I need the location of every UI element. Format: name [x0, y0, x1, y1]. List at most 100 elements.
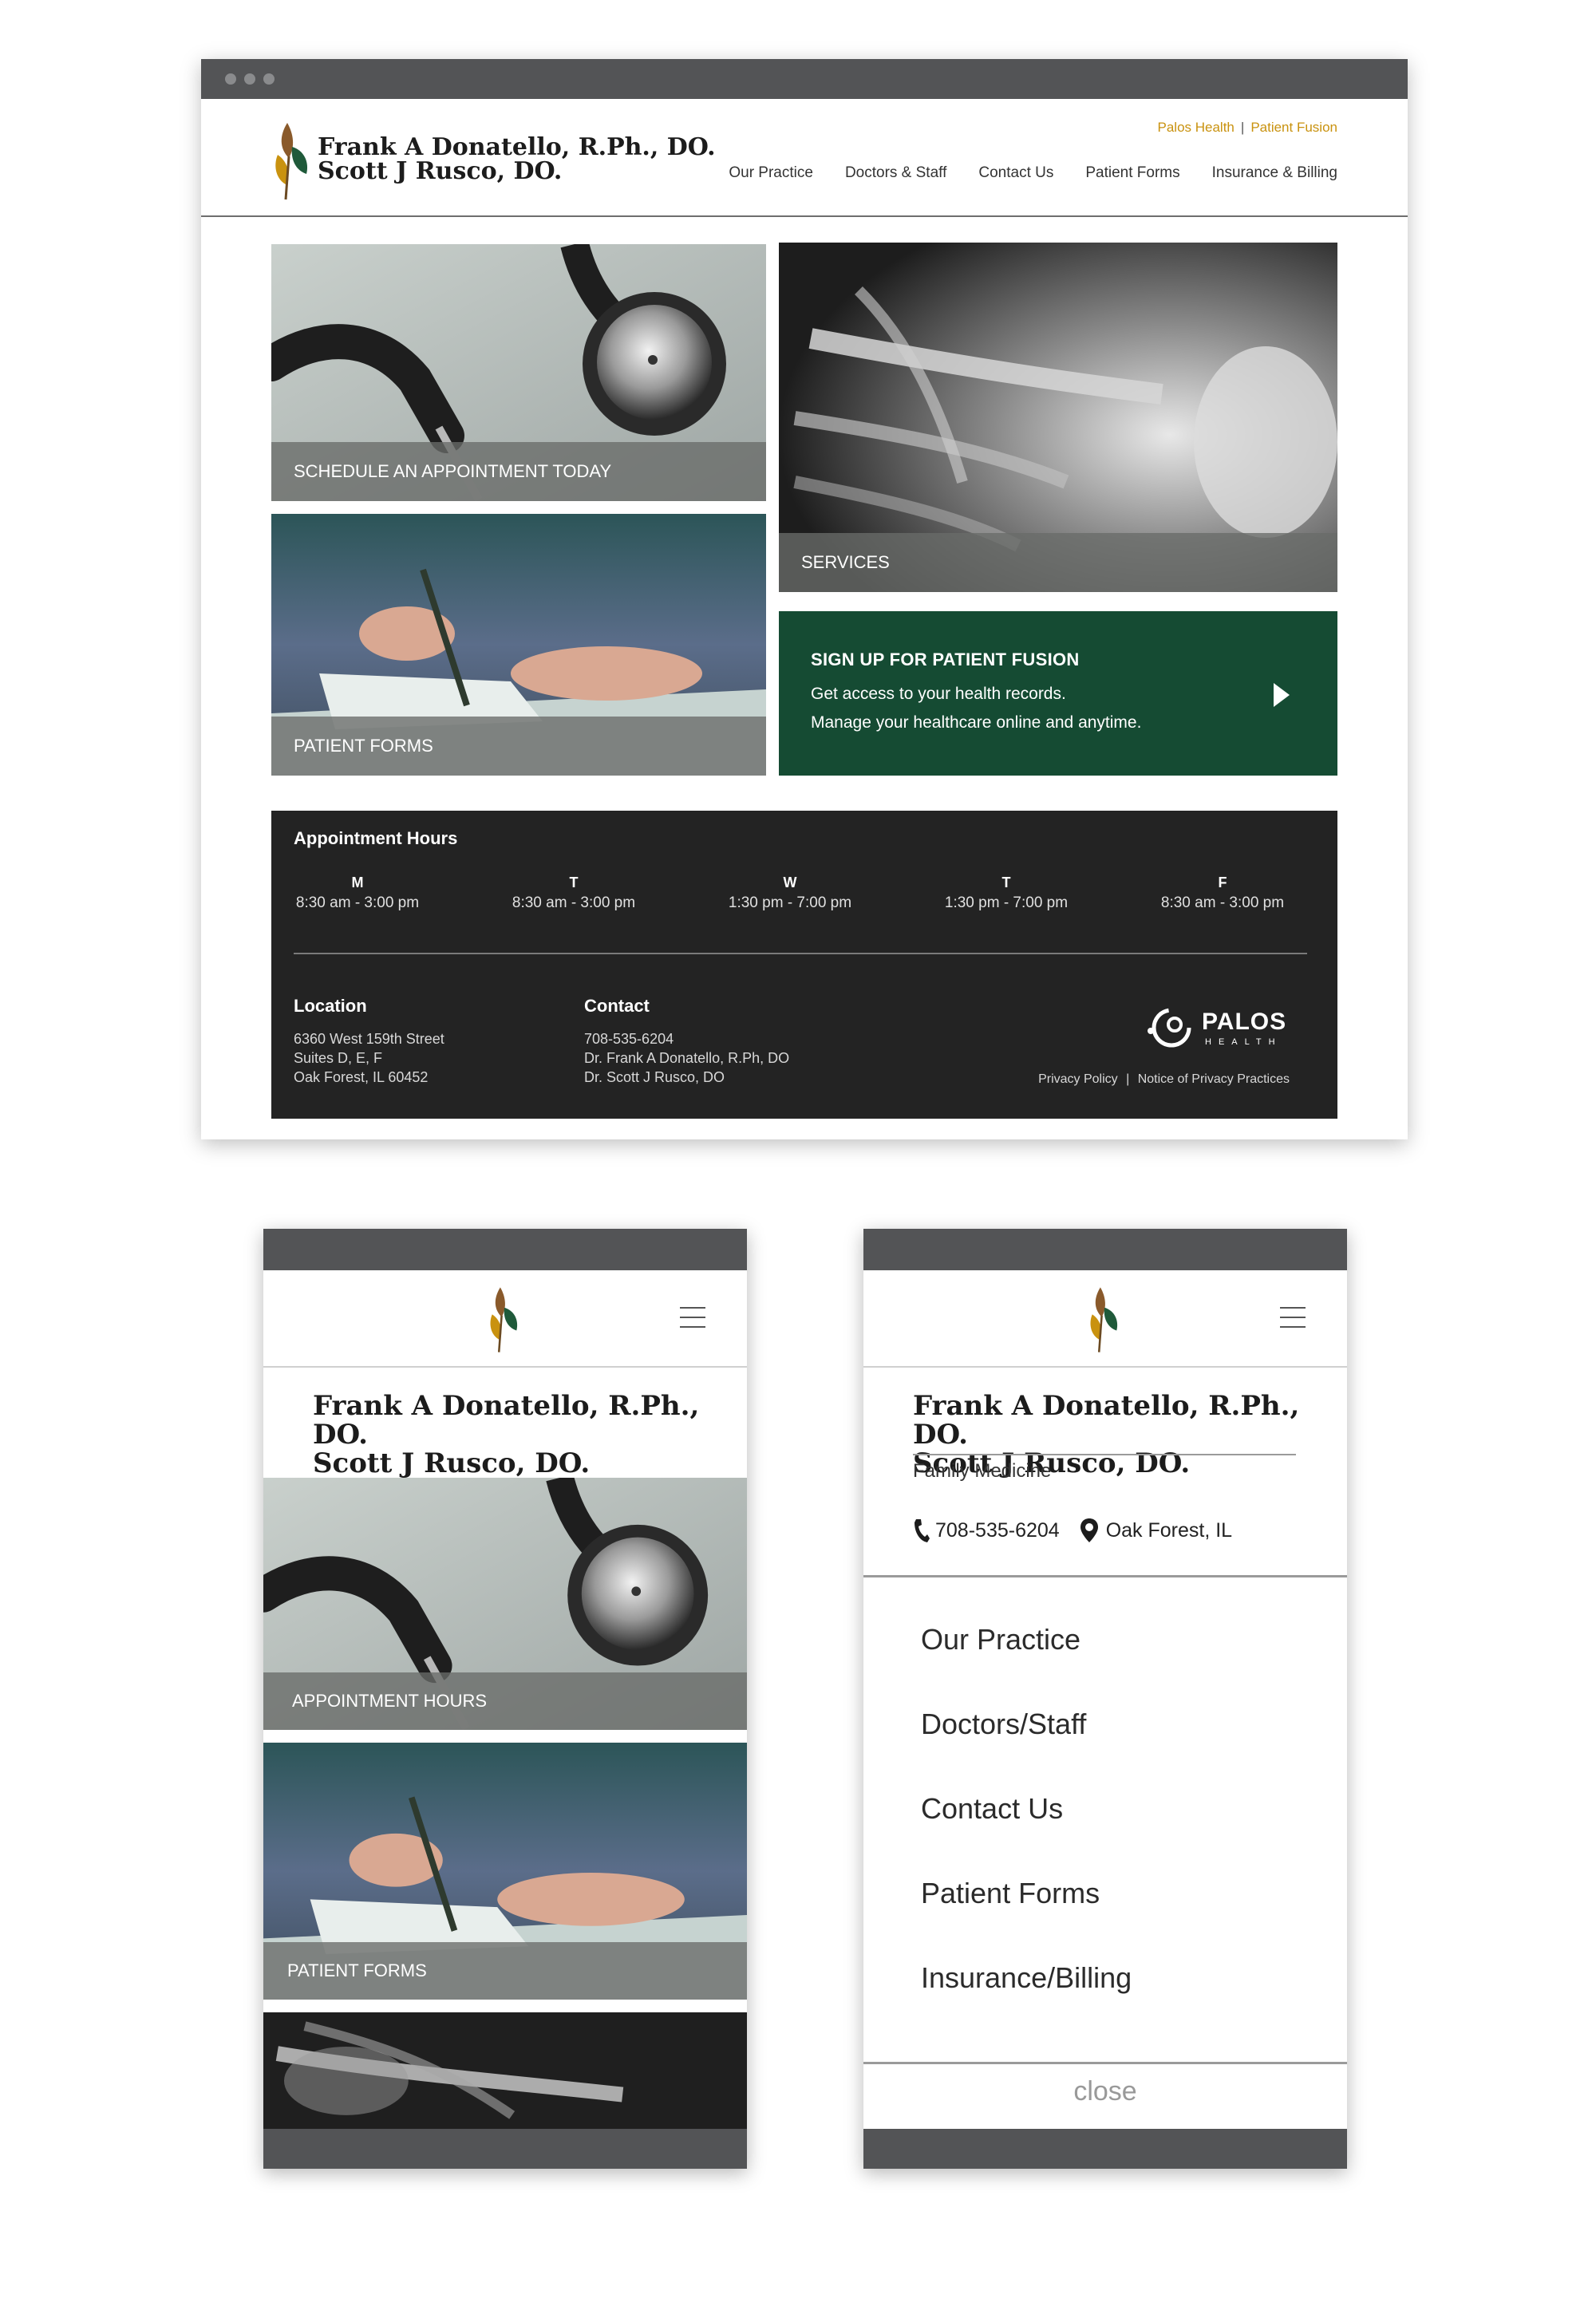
fusion-title: SIGN UP FOR PATIENT FUSION — [811, 650, 1080, 669]
tile-label-band: PATIENT FORMS — [263, 1942, 747, 2000]
palos-subtext: HEALTH — [1205, 1037, 1282, 1047]
address-line: Oak Forest, IL 60452 — [294, 1069, 429, 1085]
palos-health-link[interactable]: Palos Health — [1158, 120, 1235, 135]
nav-patient-forms[interactable]: Patient Forms — [1085, 164, 1179, 182]
patient-fusion-link[interactable]: Patient Fusion — [1250, 120, 1337, 135]
day-label: T — [1001, 875, 1011, 890]
patient-forms-tile[interactable]: PATIENT FORMS — [263, 1743, 747, 2000]
map-pin-icon — [1080, 1518, 1098, 1542]
contact-heading: Contact — [584, 996, 650, 1016]
leaf-logo-icon[interactable] — [271, 120, 313, 203]
window-dot-icon[interactable] — [225, 73, 236, 85]
phone-site-title: Frank A Donatello, R.Ph., DO. Scott J Ru… — [313, 1392, 747, 1478]
day-hours: M 8:30 am - 3:00 pm — [278, 875, 437, 912]
day-hours-text: 8:30 am - 3:00 pm — [1160, 894, 1285, 911]
day-hours: T 1:30 pm - 7:00 pm — [926, 875, 1086, 912]
site-header: Frank A Donatello, R.Ph., DO. Scott J Ru… — [201, 99, 1408, 217]
main-nav: Our Practice Doctors & Staff Contact Us … — [729, 164, 1337, 182]
xray-image — [263, 2012, 747, 2129]
phone-bottom-bar — [863, 2129, 1347, 2169]
forms-label: PATIENT FORMS — [287, 1960, 427, 1980]
appointment-hours-tile[interactable]: APPOINTMENT HOURS — [263, 1478, 747, 1730]
browser-chrome-bar — [201, 59, 1408, 99]
address-line: Suites D, E, F — [294, 1050, 383, 1066]
services-tile-partial[interactable] — [263, 2012, 747, 2129]
nav-doctors-staff[interactable]: Doctors & Staff — [845, 164, 946, 182]
link-separator: | — [1126, 1072, 1130, 1086]
services-tile[interactable]: SERVICES — [779, 243, 1337, 592]
menu-insurance-billing[interactable]: Insurance/Billing — [921, 1961, 1132, 1995]
footer-divider — [294, 953, 1307, 954]
nav-insurance-billing[interactable]: Insurance & Billing — [1212, 164, 1337, 182]
tile-label-band: SCHEDULE AN APPOINTMENT TODAY — [271, 442, 766, 501]
leaf-logo-icon[interactable] — [1085, 1285, 1124, 1355]
appointment-hours-label: APPOINTMENT HOURS — [292, 1691, 488, 1711]
hours-heading: Appointment Hours — [294, 828, 458, 848]
day-label: W — [783, 875, 797, 890]
day-label: F — [1218, 875, 1227, 890]
nav-our-practice[interactable]: Our Practice — [729, 164, 813, 182]
fusion-line1: Get access to your health records. — [811, 685, 1066, 703]
tile-label-band: SERVICES — [779, 533, 1337, 592]
close-menu-button[interactable]: close — [863, 2076, 1347, 2107]
contact-doctor: Dr. Scott J Rusco, DO — [584, 1069, 725, 1085]
phone-icon — [915, 1519, 930, 1542]
forms-label: PATIENT FORMS — [294, 736, 433, 756]
address-line: 6360 West 159th Street — [294, 1031, 444, 1047]
arrow-right-icon[interactable] — [1274, 683, 1290, 707]
window-dot-icon[interactable] — [244, 73, 255, 85]
contact-info: 708-535-6204 Dr. Frank A Donatello, R.Ph… — [584, 1029, 789, 1087]
site-title-line2: Scott J Rusco, DO. — [313, 1447, 591, 1479]
day-hours-text: 8:30 am - 3:00 pm — [512, 894, 636, 911]
site-title-line1: Frank A Donatello, R.Ph., DO. — [913, 1390, 1300, 1451]
site-title[interactable]: Frank A Donatello, R.Ph., DO. Scott J Ru… — [318, 136, 716, 184]
day-hours-text: 1:30 pm - 7:00 pm — [944, 894, 1069, 911]
day-label: M — [351, 875, 364, 890]
site-footer: Appointment Hours M 8:30 am - 3:00 pm T … — [271, 811, 1337, 1119]
site-title-line1: Frank A Donatello, R.Ph., DO. — [318, 133, 716, 161]
close-divider — [863, 2062, 1347, 2064]
leaf-logo-icon[interactable] — [485, 1285, 523, 1355]
location-heading: Location — [294, 996, 367, 1016]
privacy-practices-link[interactable]: Notice of Privacy Practices — [1138, 1072, 1290, 1086]
privacy-policy-link[interactable]: Privacy Policy — [1038, 1072, 1118, 1086]
hamburger-menu-icon[interactable] — [1280, 1307, 1306, 1329]
contact-phone[interactable]: 708-535-6204 — [584, 1029, 789, 1048]
day-hours: T 8:30 am - 3:00 pm — [494, 875, 654, 912]
utility-links: Palos Health | Patient Fusion — [1158, 120, 1338, 136]
day-hours-text: 1:30 pm - 7:00 pm — [728, 894, 852, 911]
services-label: SERVICES — [801, 552, 890, 572]
practice-type: Family Medicine — [913, 1460, 1052, 1482]
menu-doctors-staff[interactable]: Doctors/Staff — [921, 1708, 1086, 1741]
title-underline — [913, 1454, 1296, 1455]
menu-divider — [863, 1575, 1347, 1577]
patient-forms-tile[interactable]: PATIENT FORMS — [271, 514, 766, 776]
location-text[interactable]: Oak Forest, IL — [1106, 1519, 1232, 1542]
patient-fusion-signup[interactable]: SIGN UP FOR PATIENT FUSION Get access to… — [779, 611, 1337, 776]
site-title-line2: Scott J Rusco, DO. — [318, 157, 563, 185]
phone-header — [863, 1270, 1347, 1368]
schedule-appointment-tile[interactable]: SCHEDULE AN APPOINTMENT TODAY — [271, 244, 766, 501]
legal-links: Privacy Policy | Notice of Privacy Pract… — [1038, 1072, 1290, 1087]
fusion-line2: Manage your healthcare online and anytim… — [811, 713, 1142, 732]
palos-wordmark: PALOS — [1202, 1009, 1287, 1035]
phone-home-mock: Frank A Donatello, R.Ph., DO. Scott J Ru… — [263, 1229, 747, 2169]
palos-health-logo[interactable]: PALOS HEALTH — [1146, 1002, 1298, 1053]
menu-contact-us[interactable]: Contact Us — [921, 1792, 1063, 1826]
link-separator: | — [1240, 120, 1245, 135]
nav-contact-us[interactable]: Contact Us — [978, 164, 1053, 182]
window-dot-icon[interactable] — [263, 73, 275, 85]
contact-doctor: Dr. Frank A Donatello, R.Ph, DO — [584, 1050, 790, 1066]
location-address: 6360 West 159th Street Suites D, E, F Oa… — [294, 1029, 444, 1087]
tile-label-band: APPOINTMENT HOURS — [263, 1672, 747, 1730]
phone-number[interactable]: 708-535-6204 — [935, 1519, 1060, 1542]
phone-top-bar — [263, 1229, 747, 1270]
phone-top-bar — [863, 1229, 1347, 1270]
palos-swirl-icon — [1148, 1008, 1191, 1048]
menu-our-practice[interactable]: Our Practice — [921, 1623, 1080, 1656]
day-hours-text: 8:30 am - 3:00 pm — [295, 894, 420, 911]
menu-patient-forms[interactable]: Patient Forms — [921, 1877, 1100, 1910]
phone-header — [263, 1270, 747, 1368]
schedule-label: SCHEDULE AN APPOINTMENT TODAY — [294, 461, 612, 481]
hamburger-menu-icon[interactable] — [680, 1307, 705, 1329]
